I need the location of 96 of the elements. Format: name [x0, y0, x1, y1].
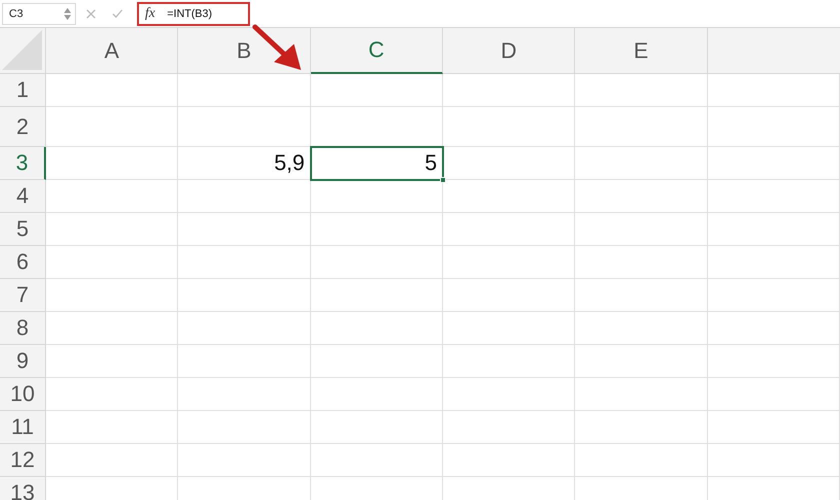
table-cell[interactable]	[708, 107, 840, 147]
table-cell[interactable]: 5	[310, 147, 443, 180]
column-header[interactable]: C	[310, 28, 443, 74]
fill-handle[interactable]	[440, 177, 446, 183]
table-cell[interactable]	[708, 74, 840, 107]
table-cell[interactable]	[575, 74, 708, 107]
row-header[interactable]: 10	[0, 378, 46, 411]
table-cell[interactable]	[575, 279, 708, 312]
table-cell[interactable]	[310, 312, 443, 345]
table-cell[interactable]	[310, 345, 443, 378]
table-cell[interactable]	[708, 378, 840, 411]
table-cell[interactable]	[575, 180, 708, 213]
table-cell[interactable]	[46, 279, 178, 312]
table-cell[interactable]	[310, 246, 443, 279]
table-cell[interactable]	[46, 180, 178, 213]
table-cell[interactable]	[178, 444, 311, 477]
table-cell[interactable]	[310, 378, 443, 411]
table-cell[interactable]: 5,9	[178, 147, 311, 180]
column-header[interactable]: A	[46, 28, 178, 74]
table-cell[interactable]	[178, 246, 311, 279]
table-cell[interactable]	[708, 213, 840, 246]
table-cell[interactable]	[442, 279, 576, 312]
table-cell[interactable]	[442, 74, 576, 107]
table-cell[interactable]	[178, 312, 311, 345]
table-cell[interactable]	[575, 107, 708, 147]
formula-field[interactable]: fx =INT(B3)	[137, 2, 250, 26]
table-cell[interactable]	[310, 74, 443, 107]
table-cell[interactable]	[442, 180, 576, 213]
table-cell[interactable]	[178, 180, 311, 213]
table-cell[interactable]	[575, 312, 708, 345]
table-cell[interactable]	[575, 444, 708, 477]
name-box[interactable]: C3	[2, 2, 76, 24]
table-cell[interactable]	[708, 279, 840, 312]
table-cell[interactable]	[708, 246, 840, 279]
row-header[interactable]: 6	[0, 246, 46, 279]
column-header[interactable]	[708, 28, 840, 74]
table-cell[interactable]	[178, 378, 311, 411]
table-cell[interactable]	[442, 107, 576, 147]
row-header[interactable]: 3	[0, 147, 46, 180]
table-cell[interactable]	[442, 312, 576, 345]
table-cell[interactable]	[46, 411, 178, 444]
row-header[interactable]: 5	[0, 213, 46, 246]
table-cell[interactable]	[178, 411, 311, 444]
table-cell[interactable]	[442, 246, 576, 279]
table-cell[interactable]	[46, 107, 178, 147]
table-cell[interactable]	[708, 312, 840, 345]
table-cell[interactable]	[46, 378, 178, 411]
table-cell[interactable]	[46, 147, 178, 180]
table-cell[interactable]	[575, 345, 708, 378]
row-header[interactable]: 4	[0, 180, 46, 213]
table-cell[interactable]	[46, 213, 178, 246]
table-cell[interactable]	[442, 213, 576, 246]
row-header[interactable]: 1	[0, 74, 46, 107]
table-cell[interactable]	[575, 213, 708, 246]
table-cell[interactable]	[442, 444, 576, 477]
table-cell[interactable]	[310, 411, 443, 444]
table-cell[interactable]	[46, 345, 178, 378]
row-header[interactable]: 11	[0, 411, 46, 444]
table-cell[interactable]	[178, 279, 311, 312]
row-header[interactable]: 12	[0, 444, 46, 477]
table-cell[interactable]	[46, 444, 178, 477]
row-header[interactable]: 13	[0, 477, 46, 500]
table-cell[interactable]	[575, 147, 708, 180]
table-cell[interactable]	[178, 74, 311, 107]
table-cell[interactable]	[708, 147, 840, 180]
column-header[interactable]: D	[442, 28, 576, 74]
table-cell[interactable]	[708, 180, 840, 213]
table-cell[interactable]	[708, 411, 840, 444]
row-header[interactable]: 7	[0, 279, 46, 312]
table-cell[interactable]	[46, 312, 178, 345]
table-cell[interactable]	[310, 279, 443, 312]
table-cell[interactable]	[310, 213, 443, 246]
table-cell[interactable]	[178, 107, 311, 147]
table-cell[interactable]	[575, 411, 708, 444]
table-cell[interactable]	[178, 345, 311, 378]
row-header[interactable]: 2	[0, 107, 46, 147]
table-cell[interactable]	[575, 378, 708, 411]
table-cell[interactable]	[46, 74, 178, 107]
table-cell[interactable]	[442, 411, 576, 444]
row-header[interactable]: 8	[0, 312, 46, 345]
table-cell[interactable]	[310, 180, 443, 213]
spinner-icon	[64, 8, 71, 20]
table-cell[interactable]	[178, 213, 311, 246]
table-cell[interactable]	[442, 378, 576, 411]
cancel-icon[interactable]	[86, 8, 96, 18]
table-cell[interactable]	[310, 444, 443, 477]
select-all-corner[interactable]	[0, 28, 46, 74]
column-header[interactable]: B	[178, 28, 311, 74]
table-cell[interactable]	[442, 345, 576, 378]
table-cell[interactable]	[575, 246, 708, 279]
table-cell[interactable]	[708, 345, 840, 378]
table-cell[interactable]	[708, 444, 840, 477]
check-icon[interactable]	[112, 9, 123, 18]
row-header[interactable]: 9	[0, 345, 46, 378]
column-header[interactable]: E	[575, 28, 708, 74]
table-cell[interactable]	[46, 246, 178, 279]
